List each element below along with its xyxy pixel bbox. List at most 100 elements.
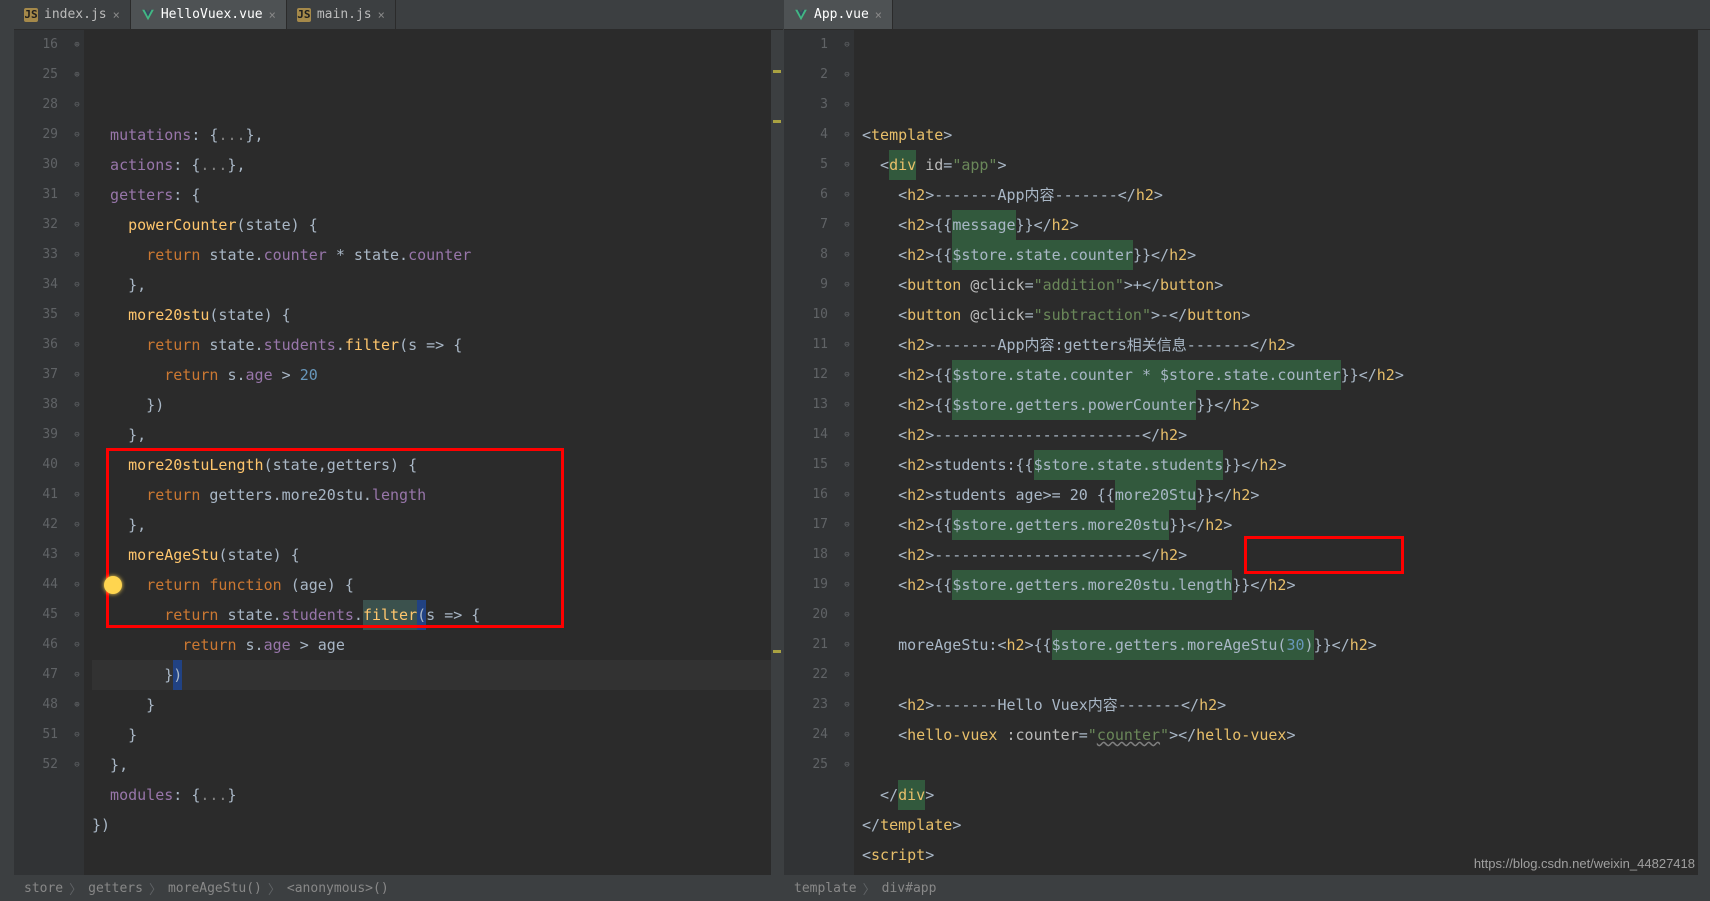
breadcrumb-item[interactable]: div#app	[882, 881, 937, 896]
code-line[interactable]	[862, 660, 1710, 690]
code-line[interactable]: <h2>{{$store.state.counter * $store.stat…	[862, 360, 1710, 390]
fold-handle[interactable]: ⊖	[840, 360, 854, 390]
left-fold-gutter[interactable]: ⊕⊕⊖⊖⊖⊖⊖⊖⊖⊖⊖⊖⊖⊖⊖⊖⊖⊖⊖⊖⊖⊖⊕⊖⊖	[70, 30, 84, 875]
left-scrollbar[interactable]	[771, 30, 783, 875]
fold-handle[interactable]: ⊖	[70, 450, 84, 480]
fold-handle[interactable]: ⊖	[840, 570, 854, 600]
left-sidebar-rail[interactable]	[0, 0, 14, 901]
code-line[interactable]: },	[92, 420, 783, 450]
fold-handle[interactable]: ⊖	[70, 210, 84, 240]
right-breadcrumbs[interactable]: template〉div#app	[784, 875, 1710, 901]
code-line[interactable]: <h2>-------App内容-------</h2>	[862, 180, 1710, 210]
left-editor-area[interactable]: 1625282930313233343536373839404142434445…	[14, 30, 783, 875]
code-line[interactable]: },	[92, 510, 783, 540]
code-line[interactable]: return state.students.filter(s => {	[92, 600, 783, 630]
right-editor-area[interactable]: 1234567891011121314151617181920212223242…	[784, 30, 1710, 875]
fold-handle[interactable]: ⊖	[70, 150, 84, 180]
fold-handle[interactable]: ⊖	[70, 120, 84, 150]
fold-handle[interactable]: ⊖	[840, 150, 854, 180]
fold-handle[interactable]: ⊖	[70, 630, 84, 660]
code-line[interactable]: <h2>{{$store.getters.powerCounter}}</h2>	[862, 390, 1710, 420]
fold-handle[interactable]: ⊖	[840, 480, 854, 510]
fold-handle[interactable]: ⊖	[840, 720, 854, 750]
fold-handle[interactable]: ⊖	[70, 480, 84, 510]
left-breadcrumbs[interactable]: store〉getters〉moreAgeStu()〉<anonymous>()	[14, 875, 783, 901]
fold-handle[interactable]: ⊖	[840, 660, 854, 690]
tab-main-js[interactable]: JSmain.js×	[287, 0, 396, 29]
breadcrumb-item[interactable]: moreAgeStu()	[168, 881, 262, 896]
fold-handle[interactable]: ⊖	[840, 450, 854, 480]
fold-handle[interactable]: ⊖	[840, 420, 854, 450]
code-line[interactable]: },	[92, 270, 783, 300]
fold-handle[interactable]: ⊖	[840, 390, 854, 420]
fold-handle[interactable]: ⊖	[840, 120, 854, 150]
code-line[interactable]: <h2>{{$store.getters.more20stu.length}}<…	[862, 570, 1710, 600]
right-fold-gutter[interactable]: ⊖⊖⊖⊖⊖⊖⊖⊖⊖⊖⊖⊖⊖⊖⊖⊖⊖⊖⊖⊖⊖⊖⊖⊖⊖	[840, 30, 854, 875]
fold-handle[interactable]: ⊖	[840, 510, 854, 540]
code-line[interactable]: })	[92, 660, 783, 690]
code-line[interactable]: })	[92, 810, 783, 840]
fold-handle[interactable]: ⊖	[840, 240, 854, 270]
code-line[interactable]: </template>	[862, 810, 1710, 840]
fold-handle[interactable]: ⊖	[840, 630, 854, 660]
code-line[interactable]: <button @click="addition">+</button>	[862, 270, 1710, 300]
code-line[interactable]: }	[92, 720, 783, 750]
code-line[interactable]: <hello-vuex :counter="counter"></hello-v…	[862, 720, 1710, 750]
fold-handle[interactable]: ⊕	[70, 690, 84, 720]
fold-handle[interactable]: ⊕	[70, 60, 84, 90]
fold-handle[interactable]: ⊖	[840, 300, 854, 330]
code-line[interactable]: more20stuLength(state,getters) {	[92, 450, 783, 480]
breadcrumb-item[interactable]: getters	[88, 881, 143, 896]
fold-handle[interactable]: ⊖	[70, 330, 84, 360]
code-line[interactable]: <h2>-----------------------</h2>	[862, 420, 1710, 450]
code-line[interactable]: return getters.more20stu.length	[92, 480, 783, 510]
code-line[interactable]: <h2>students:{{$store.state.students}}</…	[862, 450, 1710, 480]
breadcrumb-item[interactable]: template	[794, 881, 857, 896]
code-line[interactable]: more20stu(state) {	[92, 300, 783, 330]
fold-handle[interactable]: ⊖	[840, 330, 854, 360]
fold-handle[interactable]: ⊖	[70, 420, 84, 450]
code-line[interactable]: powerCounter(state) {	[92, 210, 783, 240]
tab-index-js[interactable]: JSindex.js×	[14, 0, 131, 29]
code-line[interactable]: </div>	[862, 780, 1710, 810]
fold-handle[interactable]: ⊖	[840, 690, 854, 720]
fold-handle[interactable]: ⊖	[70, 270, 84, 300]
left-code-area[interactable]: mutations: {...}, actions: {...}, getter…	[84, 30, 783, 875]
code-line[interactable]	[92, 840, 783, 870]
fold-handle[interactable]: ⊖	[840, 540, 854, 570]
tab-App-vue[interactable]: App.vue×	[784, 0, 893, 29]
fold-handle[interactable]: ⊖	[840, 90, 854, 120]
code-line[interactable]: <h2>-----------------------</h2>	[862, 540, 1710, 570]
code-line[interactable]: },	[92, 750, 783, 780]
code-line[interactable]: <h2>{{$store.getters.more20stu}}</h2>	[862, 510, 1710, 540]
code-line[interactable]	[862, 600, 1710, 630]
fold-handle[interactable]: ⊖	[70, 90, 84, 120]
code-line[interactable]: <template>	[862, 120, 1710, 150]
code-line[interactable]: return s.age > age	[92, 630, 783, 660]
fold-handle[interactable]: ⊖	[70, 540, 84, 570]
code-line[interactable]: <h2>-------App内容:getters相关信息-------</h2>	[862, 330, 1710, 360]
breadcrumb-item[interactable]: store	[24, 881, 63, 896]
code-line[interactable]: return state.students.filter(s => {	[92, 330, 783, 360]
fold-handle[interactable]: ⊖	[840, 210, 854, 240]
close-icon[interactable]: ×	[113, 8, 120, 22]
fold-handle[interactable]: ⊖	[70, 750, 84, 780]
fold-handle[interactable]: ⊖	[70, 390, 84, 420]
fold-handle[interactable]: ⊖	[840, 600, 854, 630]
fold-handle[interactable]: ⊖	[70, 180, 84, 210]
fold-handle[interactable]: ⊖	[70, 300, 84, 330]
code-line[interactable]: <h2>students age>= 20 {{more20Stu}}</h2>	[862, 480, 1710, 510]
code-line[interactable]: <h2>-------Hello Vuex内容-------</h2>	[862, 690, 1710, 720]
code-line[interactable]	[862, 750, 1710, 780]
close-icon[interactable]: ×	[875, 8, 882, 22]
fold-handle[interactable]: ⊖	[70, 660, 84, 690]
fold-handle[interactable]: ⊕	[70, 30, 84, 60]
code-line[interactable]: moreAgeStu(state) {	[92, 540, 783, 570]
code-line[interactable]: getters: {	[92, 180, 783, 210]
fold-handle[interactable]: ⊖	[70, 600, 84, 630]
fold-handle[interactable]: ⊖	[840, 60, 854, 90]
code-line[interactable]: mutations: {...},	[92, 120, 783, 150]
close-icon[interactable]: ×	[269, 8, 276, 22]
fold-handle[interactable]: ⊖	[840, 30, 854, 60]
code-line[interactable]: })	[92, 390, 783, 420]
